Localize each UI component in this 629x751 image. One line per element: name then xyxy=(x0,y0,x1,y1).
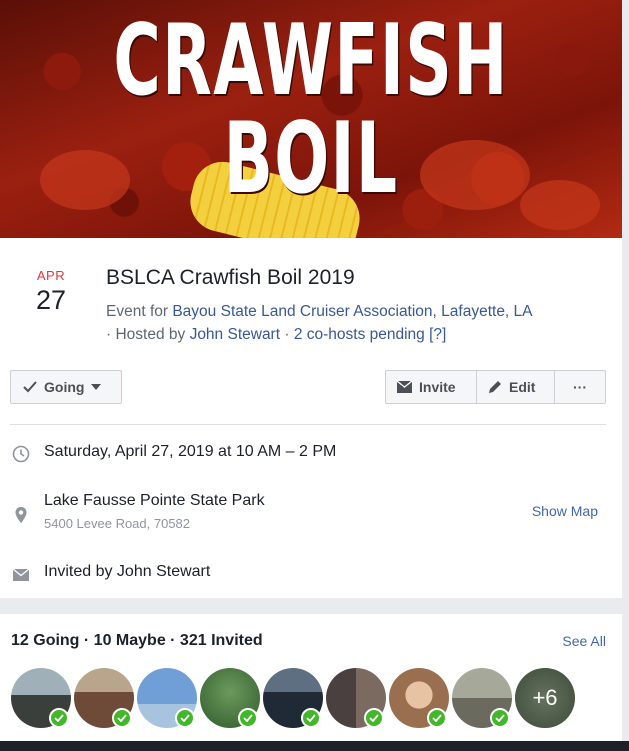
guest-avatar[interactable] xyxy=(11,668,71,728)
guest-count-summary[interactable]: 12 Going · 10 Maybe · 321 Invited xyxy=(11,632,263,650)
guest-avatar-list: +6 xyxy=(11,668,575,728)
event-title: BSLCA Crawfish Boil 2019 xyxy=(106,266,355,289)
going-check-icon xyxy=(49,708,69,728)
guest-avatar[interactable] xyxy=(452,668,512,728)
going-check-icon xyxy=(238,708,258,728)
invited-by-row: Invited by John Stewart xyxy=(10,563,606,587)
page-gutter xyxy=(622,0,629,238)
guest-avatar[interactable] xyxy=(200,668,260,728)
location-name[interactable]: Lake Fausse Pointe State Park xyxy=(44,492,265,510)
envelope-icon xyxy=(12,568,30,581)
date-day: 27 xyxy=(35,285,67,315)
more-guests-count: +6 xyxy=(515,668,575,728)
meta-separator: · xyxy=(280,326,294,343)
going-check-icon xyxy=(427,708,447,728)
guest-avatar[interactable] xyxy=(263,668,323,728)
edit-label: Edit xyxy=(509,379,536,395)
show-map-link[interactable]: Show Map xyxy=(532,503,598,519)
event-for-prefix: Event for xyxy=(106,303,173,320)
event-datetime: Saturday, April 27, 2019 at 10 AM – 2 PM xyxy=(44,443,337,460)
more-guests-avatar[interactable]: +6 xyxy=(515,668,575,728)
cohosts-link[interactable]: 2 co-hosts pending [?] xyxy=(294,326,447,343)
host-link[interactable]: John Stewart xyxy=(190,326,280,343)
location-row: Lake Fausse Pointe State Park 5400 Levee… xyxy=(10,492,606,536)
envelope-icon xyxy=(397,381,412,393)
more-options-icon: ··· xyxy=(573,379,587,395)
event-meta: Event for Bayou State Land Cruiser Assoc… xyxy=(106,300,606,346)
checkmark-icon xyxy=(23,381,37,393)
clock-icon xyxy=(12,445,30,463)
pencil-icon xyxy=(489,381,501,393)
guests-card: 12 Going · 10 Maybe · 321 Invited See Al… xyxy=(0,614,622,751)
going-label: Going xyxy=(44,379,85,395)
cover-photo[interactable]: CRAWFISH BOIL xyxy=(0,0,622,238)
crawfish-shape xyxy=(520,180,600,230)
guest-avatar[interactable] xyxy=(74,668,134,728)
going-check-icon xyxy=(364,708,384,728)
event-action-group: Invite Edit ··· xyxy=(385,370,606,404)
organizer-link[interactable]: Bayou State Land Cruiser Association, La… xyxy=(172,303,532,320)
going-check-icon xyxy=(175,708,195,728)
hosted-by-prefix: · Hosted by xyxy=(106,326,190,343)
location-address: 5400 Levee Road, 70582 xyxy=(44,516,191,531)
invited-by: Invited by John Stewart xyxy=(44,563,211,580)
cover-title: CRAWFISH BOIL xyxy=(113,4,509,216)
divider xyxy=(10,424,606,425)
guest-avatar[interactable] xyxy=(326,668,386,728)
datetime-row: Saturday, April 27, 2019 at 10 AM – 2 PM xyxy=(10,443,606,467)
date-block: APR 27 xyxy=(22,268,80,316)
going-check-icon xyxy=(112,708,132,728)
going-check-icon xyxy=(490,708,510,728)
guest-avatar[interactable] xyxy=(137,668,197,728)
date-month: APR xyxy=(36,268,66,283)
map-pin-icon xyxy=(15,507,27,523)
bottom-edge xyxy=(0,741,629,751)
going-button[interactable]: Going xyxy=(10,370,122,404)
event-card: APR 27 BSLCA Crawfish Boil 2019 Event fo… xyxy=(0,238,622,598)
see-all-link[interactable]: See All xyxy=(562,633,606,649)
caret-down-icon xyxy=(91,384,102,390)
more-options-button[interactable]: ··· xyxy=(555,371,605,403)
invite-label: Invite xyxy=(419,379,456,395)
guest-avatar[interactable] xyxy=(389,668,449,728)
invite-button[interactable]: Invite xyxy=(386,371,477,403)
edit-button[interactable]: Edit xyxy=(477,371,555,403)
going-check-icon xyxy=(301,708,321,728)
